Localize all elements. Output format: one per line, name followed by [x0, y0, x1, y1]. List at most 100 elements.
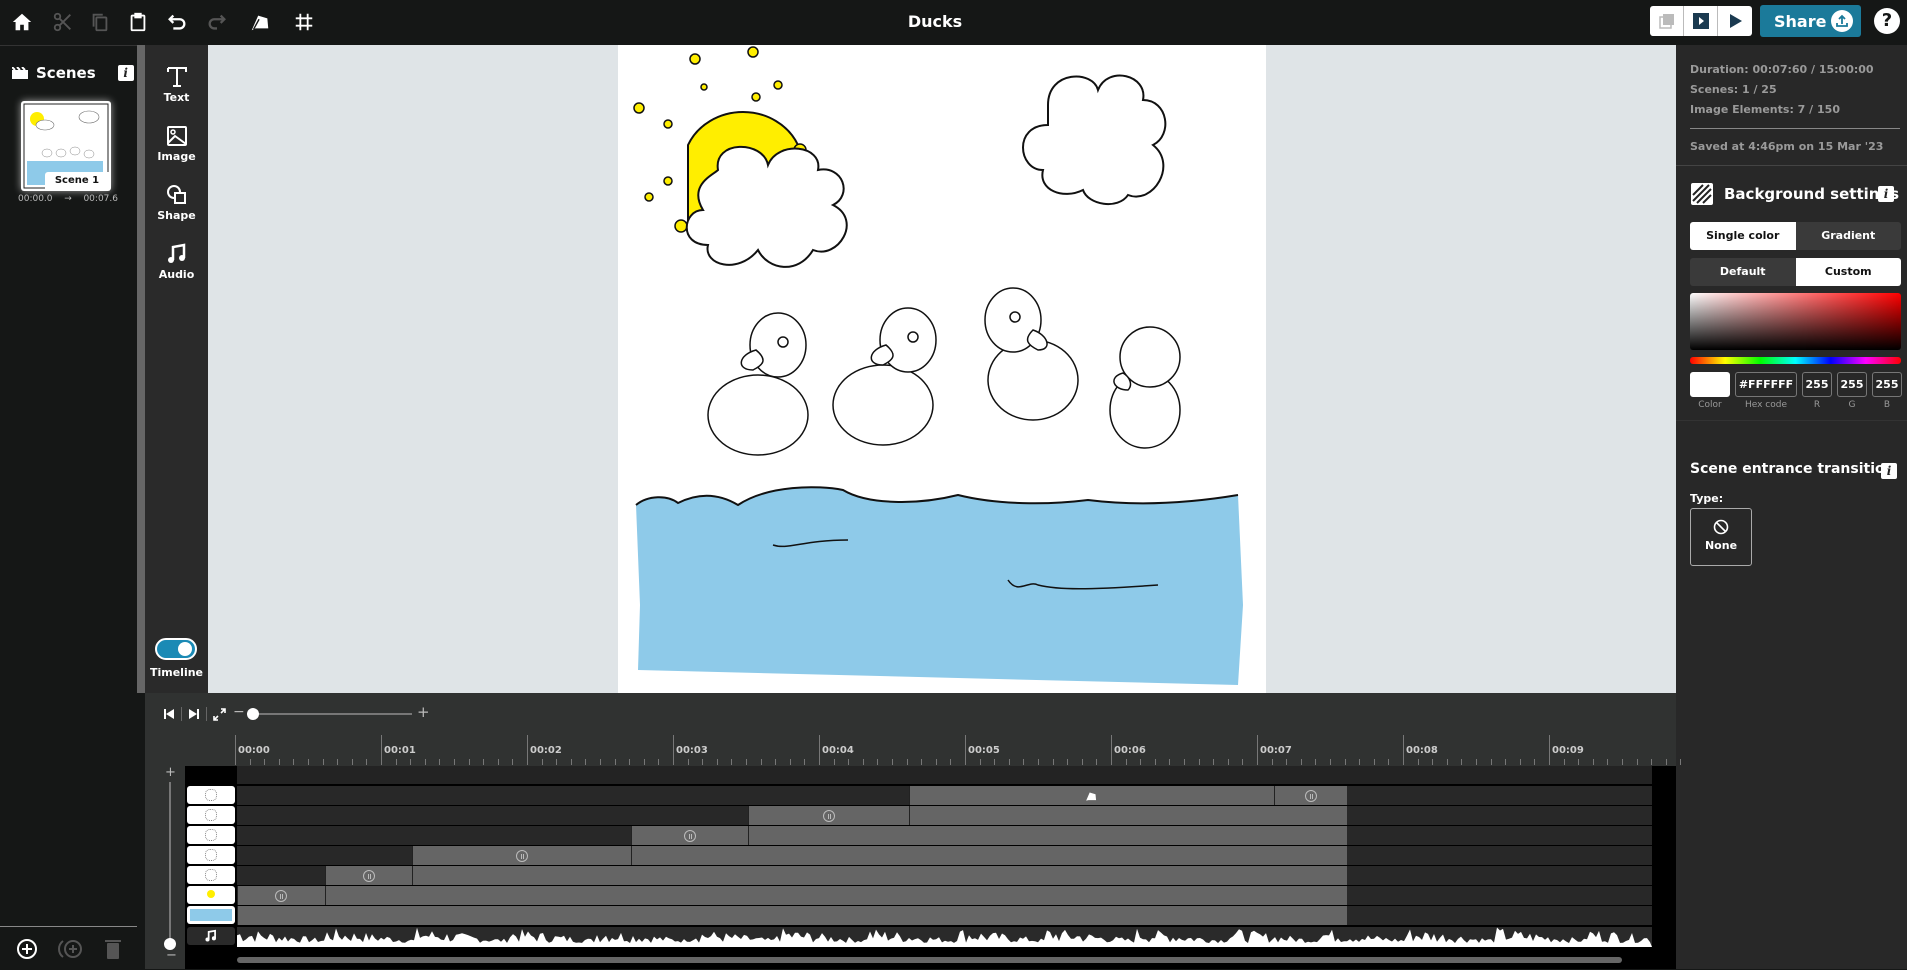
duck-1-element[interactable]: [707, 312, 809, 456]
expand-timeline-button[interactable]: [213, 707, 226, 721]
info-icon[interactable]: i: [117, 65, 134, 81]
zoom-in-button[interactable]: +: [417, 703, 430, 721]
scene-canvas[interactable]: [618, 45, 1266, 693]
timeline-zoom-handle[interactable]: [247, 708, 259, 720]
transition-title: Scene entrance transition: [1690, 461, 1895, 477]
ruler-minor-tick: [643, 759, 645, 765]
timeline-horizontal-scrollbar[interactable]: [237, 957, 1622, 963]
ruler-minor-tick: [395, 759, 397, 765]
timeline-clip[interactable]: [908, 806, 1347, 825]
info-icon[interactable]: i: [1878, 186, 1894, 202]
draw-hand-icon: [1085, 792, 1096, 801]
ruler-minor-tick: [1286, 759, 1288, 765]
duck-2-element[interactable]: [832, 307, 937, 446]
timeline-clip[interactable]: [748, 826, 1347, 845]
timeline-toggle[interactable]: [155, 638, 197, 660]
water-element[interactable]: [635, 486, 1243, 685]
track-thumbnail-sun-cloud[interactable]: [187, 886, 235, 904]
ruler-minor-tick: [775, 759, 777, 765]
ruler-minor-tick: [1081, 759, 1083, 765]
info-icon[interactable]: i: [1881, 463, 1897, 479]
timeline-clip[interactable]: [324, 866, 413, 885]
play-all-button[interactable]: [1718, 6, 1752, 36]
timeline-clip[interactable]: [237, 886, 325, 905]
share-button[interactable]: Share: [1760, 5, 1861, 37]
audio-tool[interactable]: Audio: [145, 242, 208, 281]
zoom-out-button[interactable]: −: [233, 704, 245, 720]
image-tool[interactable]: Image: [145, 124, 208, 163]
gradient-option[interactable]: Gradient: [1796, 222, 1902, 250]
ruler-minor-tick: [249, 759, 251, 765]
ruler-major-tick: [527, 735, 528, 765]
ruler-minor-tick: [1300, 759, 1302, 765]
delete-scene-icon[interactable]: [104, 938, 122, 960]
timeline-clip[interactable]: [324, 886, 1347, 905]
duck-3-element[interactable]: [984, 287, 1079, 421]
duckling-element[interactable]: [1109, 326, 1181, 449]
ruler-major-tick: [1403, 735, 1404, 765]
duplicate-scene-icon[interactable]: [57, 938, 85, 960]
play-scene-button[interactable]: [1684, 6, 1718, 36]
timeline-clip[interactable]: [1273, 786, 1347, 805]
ruler-label: 00:04: [822, 745, 854, 756]
audio-track-thumbnail[interactable]: [187, 927, 235, 945]
timeline-clip[interactable]: [908, 786, 1274, 805]
timeline-clip[interactable]: [631, 826, 748, 845]
timeline-clip[interactable]: [412, 846, 632, 865]
time-ruler[interactable]: 00:00 00:01 00:02 00:03 00:04 00:05 00:06 00:07…: [235, 735, 1682, 765]
ruler-label: 00:02: [530, 745, 562, 756]
track-height-track[interactable]: [169, 782, 171, 942]
r-input[interactable]: 255: [1802, 372, 1832, 397]
track-thumbnail-duck-1[interactable]: [187, 866, 235, 884]
ruler-major-tick: [1111, 735, 1112, 765]
jump-end-button[interactable]: [188, 708, 200, 720]
ruler-minor-tick: [1125, 759, 1127, 765]
track-thumbnail-duck-4[interactable]: [187, 806, 235, 824]
preview-scene-button[interactable]: [1650, 6, 1684, 36]
ruler-minor-tick: [278, 759, 280, 765]
ruler-major-tick: [673, 735, 674, 765]
custom-option[interactable]: Custom: [1795, 258, 1901, 286]
color-swatch[interactable]: [1690, 372, 1730, 397]
cloud-right-element[interactable]: [1022, 74, 1167, 206]
track-thumbnail-water[interactable]: [187, 906, 235, 924]
ruler-minor-tick: [468, 759, 470, 765]
timeline-controls: [163, 707, 226, 721]
hex-input[interactable]: #FFFFFF: [1735, 372, 1797, 397]
timeline-clip[interactable]: [748, 806, 909, 825]
hue-slider[interactable]: [1690, 357, 1901, 364]
timeline-clip[interactable]: [631, 846, 1347, 865]
jump-start-button[interactable]: [163, 708, 175, 720]
ruler-minor-tick: [1154, 759, 1156, 765]
image-tool-label: Image: [157, 150, 196, 163]
ruler-minor-tick: [308, 759, 309, 765]
text-tool[interactable]: Text: [145, 65, 208, 104]
b-label: B: [1883, 400, 1891, 410]
default-option[interactable]: Default: [1690, 258, 1796, 286]
timeline-clip[interactable]: [412, 866, 1347, 885]
audio-waveform[interactable]: [237, 927, 1652, 947]
canvas-stage: [208, 45, 1676, 693]
track-zoom-in[interactable]: +: [165, 765, 176, 780]
ruler-minor-tick: [1140, 759, 1142, 765]
scene-thumbnail[interactable]: Scene 1: [21, 101, 111, 191]
shape-tool[interactable]: Shape: [145, 183, 208, 222]
transition-none-option[interactable]: None: [1690, 508, 1752, 566]
help-button[interactable]: ?: [1874, 8, 1900, 34]
track-thumbnail-duck-2[interactable]: [187, 846, 235, 864]
g-input[interactable]: 255: [1837, 372, 1867, 397]
b-input[interactable]: 255: [1872, 372, 1902, 397]
ruler-minor-tick: [585, 759, 587, 765]
add-scene-icon[interactable]: [16, 938, 38, 960]
ruler-minor-tick: [1592, 759, 1594, 765]
single-color-option[interactable]: Single color: [1690, 222, 1796, 250]
saturation-value-picker[interactable]: [1690, 293, 1901, 350]
ruler-minor-tick: [454, 759, 455, 765]
timeline-zoom-slider[interactable]: [252, 713, 412, 715]
ruler-minor-tick: [1505, 759, 1507, 765]
ruler-minor-tick: [337, 759, 339, 765]
track-zoom-out[interactable]: −: [166, 948, 177, 963]
track-thumbnail-duck-3[interactable]: [187, 826, 235, 844]
track-thumbnail-cloud-right[interactable]: [187, 786, 235, 804]
timeline-clip[interactable]: [237, 906, 1347, 925]
